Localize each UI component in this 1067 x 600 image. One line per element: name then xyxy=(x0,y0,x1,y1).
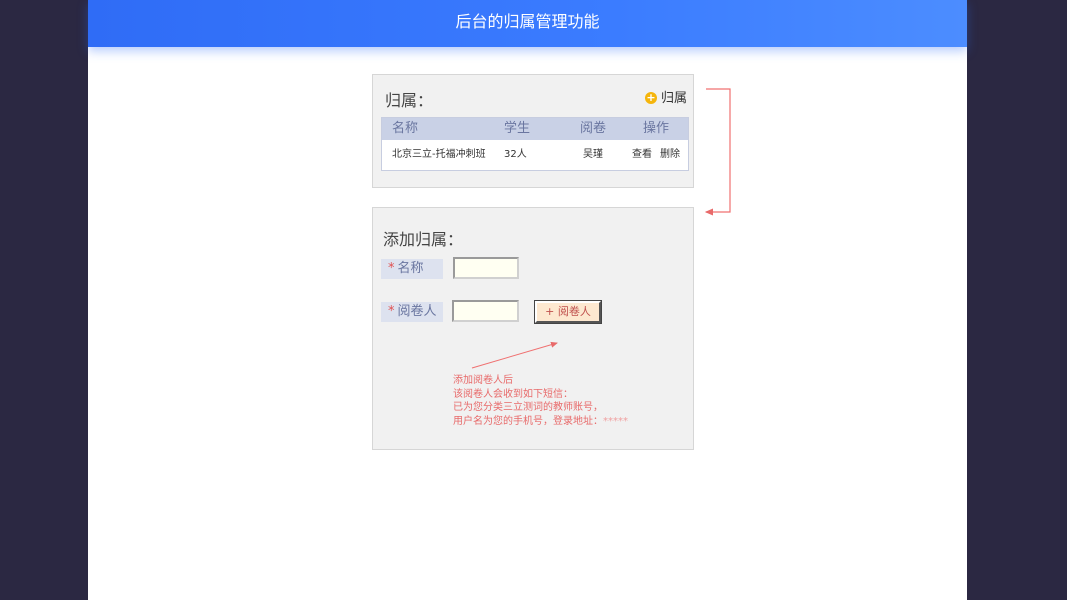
note-stars: ***** xyxy=(603,415,628,427)
table-row: 北京三立-托福冲刺班 32人 吴瑾 查看 删除 xyxy=(382,140,688,170)
name-label: * 名称 xyxy=(381,259,443,279)
table-header: 名称 学生 阅卷 操作 xyxy=(382,118,688,140)
ownership-table: 名称 学生 阅卷 操作 北京三立-托福冲刺班 32人 吴瑾 查看 删除 xyxy=(381,117,689,171)
add-ownership-button[interactable]: + 归属 xyxy=(644,87,687,106)
required-mark: * xyxy=(388,261,395,276)
cell-name: 北京三立-托福冲刺班 xyxy=(392,149,486,160)
delete-link[interactable]: 删除 xyxy=(660,149,680,160)
page-header: 后台的归属管理功能 xyxy=(88,0,967,47)
column-header-name: 名称 xyxy=(392,121,419,136)
add-ownership-panel: 添加归属： * 名称 * 阅卷人 + 阅卷人 添加阅卷人后 该阅卷人会收到如下短信：… xyxy=(372,207,694,450)
note-line: 添加阅卷人后 xyxy=(453,375,513,386)
page-title: 后台的归属管理功能 xyxy=(455,12,600,31)
plus-circle-icon: + xyxy=(644,91,657,104)
note-line-text: 用户名为您的手机号，登录地址： xyxy=(453,415,603,427)
name-label-text: 名称 xyxy=(397,261,424,276)
cell-students: 32人 xyxy=(504,149,527,160)
ownership-title: 归属： xyxy=(385,91,434,110)
cell-actions: 查看 删除 xyxy=(624,140,688,170)
annotation-note: 添加阅卷人后 该阅卷人会收到如下短信： 已为您分类三立测词的教师账号， 用户名为… xyxy=(453,374,628,428)
add-grader-button[interactable]: + 阅卷人 xyxy=(535,301,601,323)
name-input[interactable] xyxy=(453,257,519,279)
ownership-panel: 归属： + 归属 名称 学生 阅卷 操作 北京三立-托福冲刺班 32人 吴瑾 查看… xyxy=(372,74,694,188)
cell-grader: 吴瑾 xyxy=(583,149,603,160)
column-header-students: 学生 xyxy=(504,121,531,136)
grader-label-text: 阅卷人 xyxy=(397,304,437,319)
add-ownership-title: 添加归属： xyxy=(383,230,464,249)
page: 后台的归属管理功能 归属： + 归属 名称 学生 阅卷 操作 北京三立-托福冲刺班… xyxy=(88,0,967,600)
column-header-actions: 操作 xyxy=(642,121,669,136)
grader-label: * 阅卷人 xyxy=(381,302,443,322)
note-line: 用户名为您的手机号，登录地址：***** xyxy=(453,415,628,429)
add-ownership-label: 归属 xyxy=(660,91,687,106)
grader-input[interactable] xyxy=(452,300,519,322)
note-line: 已为您分类三立测词的教师账号， xyxy=(453,402,603,413)
note-line: 该阅卷人会收到如下短信： xyxy=(453,388,573,400)
required-mark: * xyxy=(388,304,395,319)
column-header-grader: 阅卷 xyxy=(579,121,606,136)
view-link[interactable]: 查看 xyxy=(632,149,652,160)
